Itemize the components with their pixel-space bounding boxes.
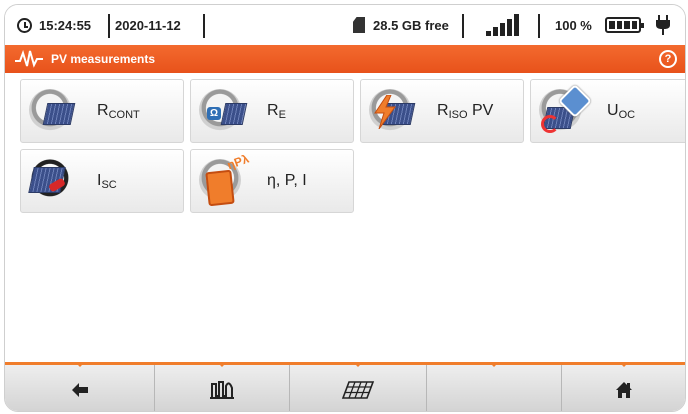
waveform-button[interactable] [155,362,290,411]
insulation-icon [367,85,419,137]
date-text: 2020-11-12 [115,17,181,33]
separator [108,14,110,38]
separator [538,14,540,38]
device-screen: 15:24:55 2020-11-12 28.5 GB free 100 % P… [4,4,686,412]
bottom-nav [5,362,685,411]
waveform-icon [15,49,43,68]
battery-text: 100 % [555,17,592,33]
separator [462,14,464,38]
power-plug-icon [655,5,671,45]
tile-label: RE [267,101,286,121]
earth-resistance-icon: Ω [197,85,249,137]
tile-label: RISO PV [437,101,494,121]
tile-label: ISC [97,171,117,191]
notch [489,362,499,367]
back-button[interactable] [5,362,155,411]
empty-button[interactable] [427,362,562,411]
battery-icon [605,5,644,45]
tile-efficiency[interactable]: ηPλ η, P, I [190,149,354,213]
status-bar: 15:24:55 2020-11-12 28.5 GB free 100 % [5,5,685,45]
home-button[interactable] [562,362,685,411]
page-title: PV measurements [51,52,156,66]
tile-r-iso-pv[interactable]: RISO PV [360,79,524,143]
back-arrow-icon [71,382,88,397]
tile-label: η, P, I [267,172,307,189]
title-bar: PV measurements ? [5,45,685,73]
tile-r-cont[interactable]: RCONT [20,79,184,143]
short-circuit-current-icon [27,155,79,207]
storage-text: 28.5 GB free [373,17,449,33]
tile-u-oc[interactable]: UOC [530,79,685,143]
home-icon [615,381,632,398]
tile-i-sc[interactable]: ISC [20,149,184,213]
waveform-icon [210,380,234,399]
solar-panel-button[interactable] [290,362,427,411]
time-text: 15:24:55 [39,17,92,33]
tile-label: UOC [607,101,636,121]
notch [74,362,85,367]
efficiency-icon: ηPλ [197,152,251,207]
sd-card-icon [353,5,365,45]
clock-icon [17,5,32,45]
notch [353,362,363,367]
continuity-icon [27,85,79,137]
signal-strength-icon [486,5,519,45]
open-circuit-voltage-icon [537,84,592,137]
tile-label: RCONT [97,101,140,121]
help-icon[interactable]: ? [659,50,677,68]
tile-r-e[interactable]: Ω RE [190,79,354,143]
separator [203,14,205,38]
solar-panel-icon [341,380,375,399]
notch [217,362,227,367]
notch [618,362,629,367]
